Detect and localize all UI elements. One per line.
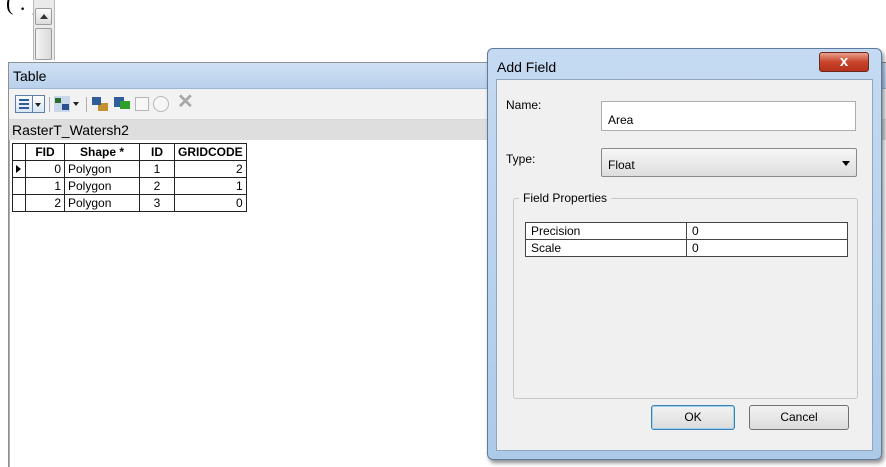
column-header-fid[interactable]: FID	[25, 143, 65, 161]
type-selected-value: Float	[608, 158, 635, 172]
cell-fid[interactable]: 0	[25, 160, 65, 178]
name-label: Name:	[506, 98, 542, 112]
add-field-dialog: Add Field x Name: Type: Float Field Prop…	[487, 48, 882, 460]
vertical-scrollbar[interactable]	[33, 0, 55, 60]
column-header-gridcode[interactable]: GRIDCODE	[174, 143, 247, 161]
close-icon[interactable]: x	[819, 52, 869, 72]
cell-gridcode[interactable]: 1	[174, 177, 247, 195]
cell-gridcode[interactable]: 0	[174, 194, 247, 212]
property-name: Precision	[525, 222, 687, 240]
property-row[interactable]: Precision 0	[525, 222, 848, 240]
field-properties-grid: Precision 0 Scale 0	[525, 222, 848, 257]
table-options-icon[interactable]	[15, 95, 33, 113]
ok-button[interactable]: OK	[651, 405, 735, 430]
clear-selection-icon[interactable]	[135, 97, 149, 111]
tab-raster-watershed[interactable]: RasterT_Watersh2	[12, 122, 129, 138]
toolbar-separator	[49, 97, 50, 112]
property-name: Scale	[525, 239, 687, 257]
type-dropdown[interactable]: Float	[601, 148, 857, 177]
cell-id[interactable]: 3	[139, 194, 175, 212]
cell-fid[interactable]: 2	[25, 194, 65, 212]
dialog-body: Name: Type: Float Field Properties Preci…	[496, 79, 873, 451]
toolbar-separator	[86, 97, 87, 112]
column-header-shape[interactable]: Shape *	[64, 143, 140, 161]
attribute-table: FID Shape * ID GRIDCODE 0 Polygon 1 2 1 …	[12, 143, 247, 212]
row-selector-header[interactable]	[12, 143, 26, 161]
scroll-thumb[interactable]	[35, 28, 52, 60]
property-row[interactable]: Scale 0	[525, 239, 848, 257]
cell-shape[interactable]: Polygon	[64, 194, 140, 212]
chevron-down-icon	[842, 161, 850, 166]
related-tables-dropdown-icon[interactable]	[71, 95, 81, 113]
cell-id[interactable]: 2	[139, 177, 175, 195]
property-value[interactable]: 0	[686, 222, 848, 240]
property-value[interactable]: 0	[686, 239, 848, 257]
table-row[interactable]: 2 Polygon 3 0	[12, 194, 247, 212]
table-options-dropdown-icon[interactable]	[33, 95, 45, 113]
zoom-to-selected-icon[interactable]	[153, 96, 169, 112]
name-field[interactable]	[601, 101, 856, 131]
row-selector[interactable]	[12, 177, 26, 195]
cancel-button[interactable]: Cancel	[749, 405, 849, 430]
dialog-title: Add Field	[497, 59, 557, 75]
select-by-attributes-icon[interactable]	[91, 95, 109, 113]
cell-gridcode[interactable]: 2	[174, 160, 247, 178]
table-row[interactable]: 0 Polygon 1 2	[12, 160, 247, 178]
cell-shape[interactable]: Polygon	[64, 177, 140, 195]
scroll-up-arrow-icon[interactable]	[35, 8, 52, 25]
switch-selection-icon[interactable]	[113, 95, 131, 113]
related-tables-icon[interactable]	[53, 95, 71, 113]
type-label: Type:	[506, 152, 536, 166]
row-selector[interactable]	[12, 194, 26, 212]
current-row-arrow-icon[interactable]	[12, 160, 26, 178]
cell-shape[interactable]: Polygon	[64, 160, 140, 178]
table-row[interactable]: 1 Polygon 2 1	[12, 177, 247, 195]
table-window-title: Table	[13, 68, 47, 84]
delete-selected-icon[interactable]: ✕	[177, 92, 195, 112]
cell-fid[interactable]: 1	[25, 177, 65, 195]
column-header-id[interactable]: ID	[139, 143, 175, 161]
cell-id[interactable]: 1	[139, 160, 175, 178]
field-properties-label: Field Properties	[519, 191, 612, 205]
